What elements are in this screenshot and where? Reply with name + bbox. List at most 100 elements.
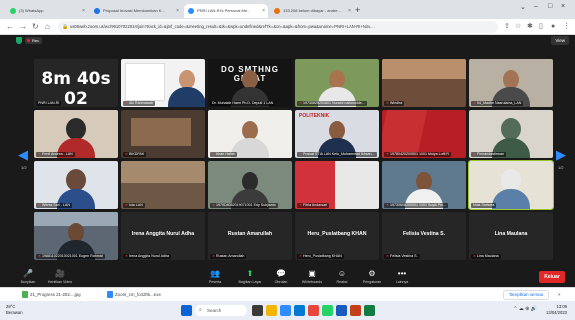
video-tile-active-speaker[interactable]: Nola Sariwea (468, 160, 554, 210)
maximize-icon[interactable]: □ (548, 3, 552, 10)
previous-page-icon[interactable]: ◀ (18, 147, 28, 163)
sidebar-icon[interactable]: ▯ (539, 22, 543, 32)
taskbar-search-box[interactable]: ⌕ Search (195, 305, 247, 316)
video-tile[interactable]: ✕Iola LAN (121, 161, 205, 209)
muted-mic-icon: ✕ (125, 254, 129, 258)
participants-button[interactable]: 👥 Peserta (197, 268, 233, 285)
more-button[interactable]: ••• Lainnya (384, 268, 420, 285)
back-icon[interactable]: ← (6, 21, 14, 33)
video-tile[interactable]: ✕BIKDPAK (121, 110, 205, 158)
view-button[interactable]: View (551, 36, 569, 45)
stop-video-button[interactable]: 🎥 Hentikan Video (42, 268, 78, 285)
video-tile[interactable]: ✕Wenta Sari - LAN (34, 161, 118, 209)
profile-icon[interactable]: ● (551, 22, 555, 32)
browser-tab-zoom[interactable]: PNRI LAN-RI's Personal Me... × (184, 4, 268, 18)
muted-mic-icon: ✕ (299, 101, 303, 105)
tab-title: 133.208 belum dibayar - andre... (283, 8, 341, 13)
tab-search-icon[interactable]: ⌄ (520, 3, 526, 11)
tab-title: Proposal Inovasi Membumikan K... (103, 8, 165, 13)
microphone-muted-icon: 🎤 (23, 269, 33, 278)
next-page-icon[interactable]: ▶ (556, 147, 566, 163)
reload-icon[interactable]: ↻ (32, 21, 39, 33)
close-icon[interactable]: × (82, 4, 85, 18)
edge-icon[interactable] (294, 305, 305, 316)
extensions-icon[interactable]: ✱ (527, 22, 533, 32)
show-all-downloads-button[interactable]: Tampilkan semua (502, 290, 549, 300)
video-tile[interactable]: ✕Ferdi Andrea - LAN (34, 110, 118, 158)
video-tile[interactable]: DO SMTHNG GREAT Dr. Muhaidir Haeri Ph.D.… (208, 59, 292, 107)
menu-icon[interactable]: ⋮ (563, 22, 570, 32)
participant-name: ✕Wenta Sari - LAN (36, 203, 72, 208)
participant-name: ✕Windha (384, 101, 405, 106)
video-tile[interactable]: ✕198811022010021001 Eugen Rahmat (34, 212, 118, 260)
whatsapp-app-icon[interactable] (322, 305, 333, 316)
participant-name: ✕Iola LAN (123, 203, 145, 208)
video-tile[interactable]: ✕Aki Rahmawati (121, 59, 205, 107)
video-tile[interactable]: Felisia Vestina S. ✕Felisia Vestina S. (382, 212, 466, 260)
video-tile[interactable]: ✕19730608200901 1001 Suyik Pm... (382, 161, 466, 209)
system-tray-icons[interactable]: ⌃ ☁ ⊕ 🔊 (513, 306, 537, 312)
security-shield-icon[interactable] (16, 37, 22, 44)
muted-mic-icon: ✕ (386, 101, 390, 105)
red-background (382, 110, 428, 158)
task-view-icon[interactable] (252, 305, 263, 316)
excel-icon[interactable] (364, 305, 375, 316)
unmute-button[interactable]: 🎤 Bunyikan (10, 268, 46, 285)
clock[interactable]: 13:09 13/04/2023 (546, 304, 567, 316)
video-tile[interactable]: ✕Fitria Andarsari (295, 161, 379, 209)
close-icon[interactable]: × (348, 4, 351, 18)
download-item[interactable]: 21_Progress 21-202....jpg (22, 290, 81, 300)
close-window-icon[interactable]: × (561, 3, 565, 10)
lock-icon: 🔒 (62, 24, 69, 30)
document-icon (94, 8, 100, 14)
close-downloads-icon[interactable]: × (558, 290, 561, 300)
download-item[interactable]: Zoom_cm_fo42hk...exe (107, 290, 161, 300)
video-tile[interactable]: POLITEKNIK ✕Puskat STIA LAN Kelu_Muhamma… (295, 110, 379, 158)
video-tile[interactable]: Lina Maulana ✕Lina Maulana (469, 212, 553, 260)
video-tile[interactable]: Heru_Puslatbang KHAN ✕Heru_Puslatbang KH… (295, 212, 379, 260)
video-camera-icon: 🎥 (55, 269, 65, 278)
room-background (335, 161, 379, 209)
video-tile[interactable]: ✕1979D8082019071001 Edy Subjianto (208, 161, 292, 209)
tab-title: (3) WhatsApp (19, 8, 44, 13)
chrome-icon[interactable] (308, 305, 319, 316)
recording-badge[interactable]: Rec (25, 37, 43, 44)
file-explorer-icon[interactable] (266, 305, 277, 316)
zoom-app-icon[interactable] (280, 305, 291, 316)
star-icon[interactable]: ☆ (515, 22, 521, 32)
browser-tab-bar: (3) WhatsApp × Proposal Inovasi Membumik… (0, 0, 575, 19)
whatsapp-icon (10, 8, 16, 14)
leave-meeting-button[interactable]: Keluar (539, 271, 565, 283)
start-menu-icon[interactable] (181, 305, 192, 316)
zoom-meeting-window: Rec View ◀ 1/2 ▶ 1/2 8m 40s 02 PNRI LAN-… (0, 35, 575, 301)
video-tile[interactable]: ✕19730625200801 Nuraini nationwide... (295, 59, 379, 107)
new-tab-button[interactable]: + (355, 4, 360, 16)
browser-tab-whatsapp[interactable]: (3) WhatsApp × (6, 4, 88, 18)
participant-name: ✕04_Madhe Nasrulama_LAN (471, 101, 524, 106)
home-icon[interactable]: ⌂ (45, 21, 50, 33)
close-icon[interactable]: × (176, 4, 179, 18)
participant-name: ✕198811022010021001 Eugen Rahmat (36, 254, 105, 259)
video-tile[interactable]: 8m 40s 02 PNRI LAN-RI (34, 59, 118, 107)
url-field[interactable]: 🔒 us06web.zoom.us/wc/99107022034/join?tr… (58, 21, 498, 33)
video-tile[interactable]: ✕Windha (382, 59, 466, 107)
share-icon[interactable]: ⇪ (504, 22, 510, 32)
video-tile[interactable]: ✕Irhan Hafizh (208, 110, 292, 158)
weather-widget[interactable]: 28°C Berawan (6, 304, 23, 316)
video-tile[interactable]: ✕19780420200501 1001 Mulya Lutfi R (382, 110, 466, 158)
participants-icon: 👥 (210, 269, 220, 278)
video-tile[interactable]: Rustan Amarullah ✕Rustan Amarullah (208, 212, 292, 260)
video-tile[interactable]: Irena Anggita Nurul Adha ✕Irena Anggita … (121, 212, 205, 260)
video-tile[interactable]: ✕04_Madhe Nasrulama_LAN (469, 59, 553, 107)
participant-display-name: Rustan Amarullah (227, 231, 273, 237)
forward-icon[interactable]: → (19, 21, 27, 33)
word-icon[interactable] (336, 305, 347, 316)
close-icon[interactable]: × (262, 4, 265, 18)
minimize-icon[interactable]: – (534, 3, 538, 10)
powerpoint-icon[interactable] (350, 305, 361, 316)
muted-mic-icon: ✕ (473, 152, 477, 156)
browser-tab-proposal[interactable]: Proposal Inovasi Membumikan K... × (90, 4, 182, 18)
browser-tab-payment[interactable]: 133.208 belum dibayar - andre... × (270, 4, 354, 18)
page-indicator-right: 1/2 (558, 165, 564, 170)
video-tile[interactable]: ✕Firmandastirman (469, 110, 553, 158)
